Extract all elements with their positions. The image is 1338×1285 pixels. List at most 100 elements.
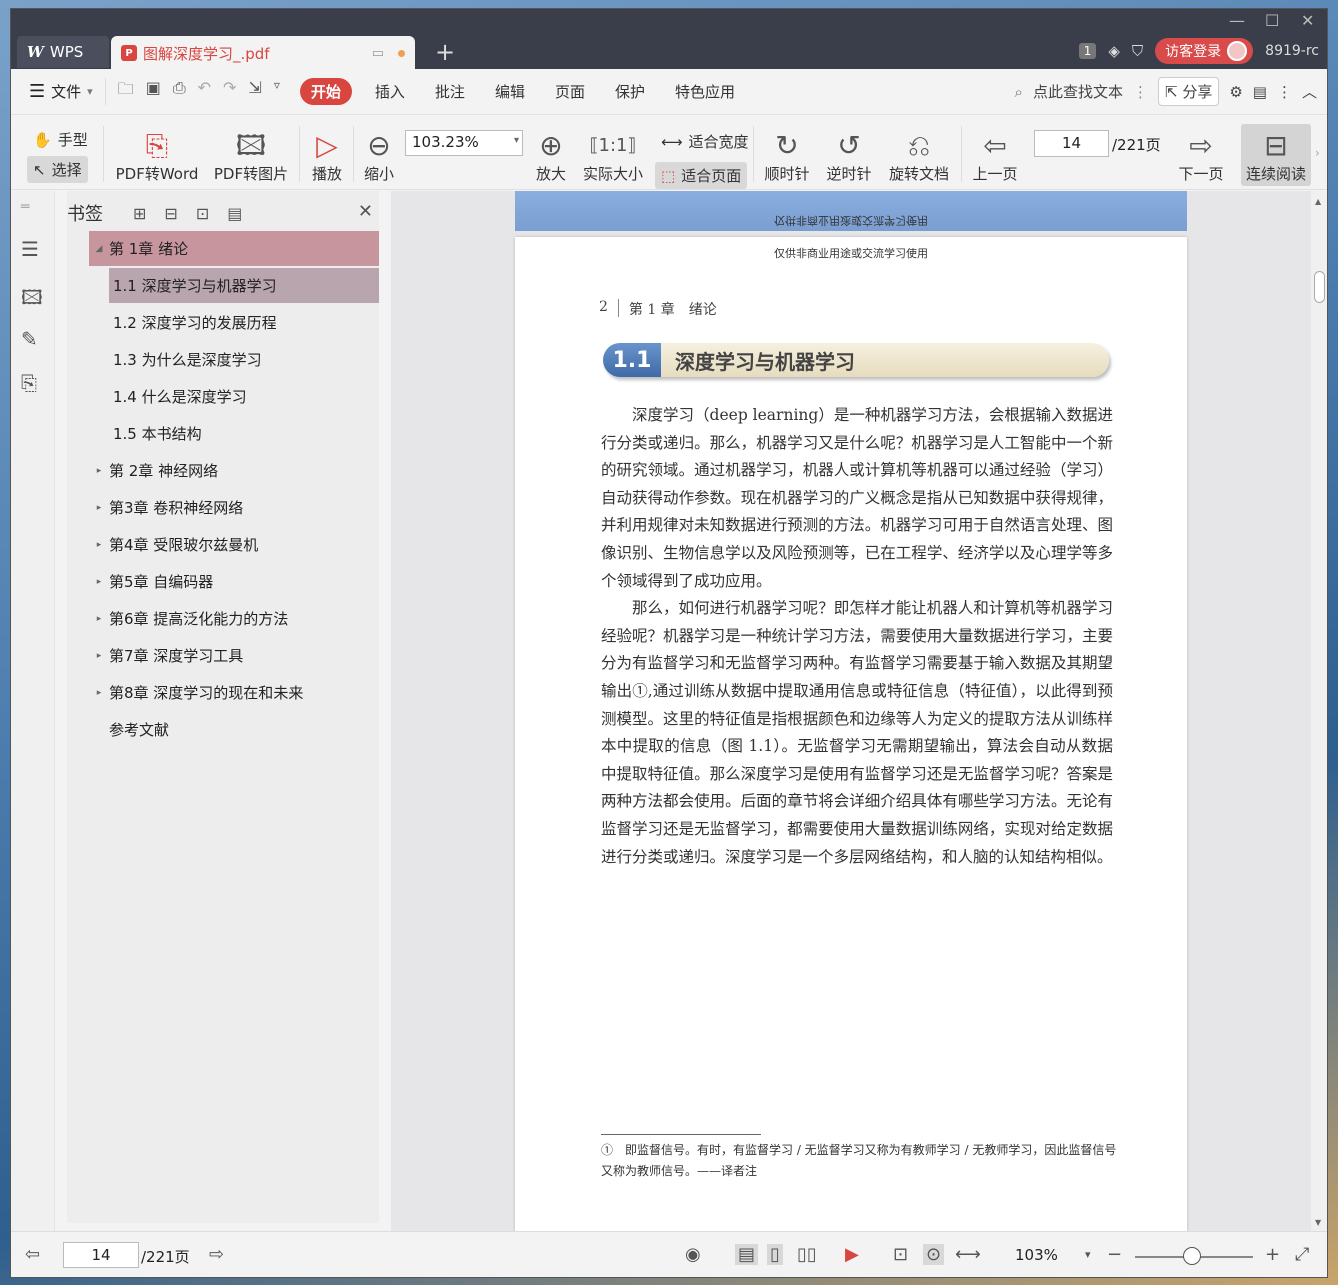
signature-icon[interactable]: ⎘: [21, 371, 37, 395]
hand-tool-button[interactable]: ✋ 手型: [27, 126, 94, 153]
zoom-out-button[interactable]: ⊖ 缩小: [357, 124, 401, 184]
zoom-in-button[interactable]: ⊕ 放大: [529, 124, 573, 184]
monitor-icon[interactable]: ▭: [372, 46, 384, 61]
continuous-view-icon[interactable]: ▤: [735, 1244, 759, 1265]
zoom-level-select[interactable]: 103.23%: [405, 130, 523, 156]
bookmark-item[interactable]: 1.2 深度学习的发展历程: [109, 305, 379, 340]
print-icon[interactable]: ⎙: [173, 78, 186, 105]
previous-page-button[interactable]: ⇦ 上一页: [969, 124, 1021, 184]
menu-insert[interactable]: 插入: [360, 81, 420, 102]
bookmark-item[interactable]: 1.1 深度学习与机器学习: [109, 268, 379, 303]
bookmark-item[interactable]: ▸ 第 2章 神经网络: [89, 453, 379, 488]
bookmark-list-icon[interactable]: ☰: [21, 237, 39, 261]
next-page-button[interactable]: ⇨ 下一页: [1175, 124, 1227, 184]
menu-special[interactable]: 特色应用: [660, 81, 750, 102]
search-icon[interactable]: ⌕: [1015, 83, 1023, 101]
bookmark-item[interactable]: ▸ 第7章 深度学习工具: [89, 638, 379, 673]
bookmark-item[interactable]: 1.5 本书结构: [109, 416, 379, 451]
menu-page[interactable]: 页面: [540, 81, 600, 102]
share-button[interactable]: ⇱ 分享: [1157, 77, 1220, 106]
open-folder-icon[interactable]: 🗀: [118, 78, 134, 105]
status-page-input[interactable]: 14: [63, 1242, 139, 1268]
new-tab-button[interactable]: +: [435, 39, 455, 65]
undo-icon[interactable]: ↶: [198, 78, 211, 105]
toolbar-scroll-right-icon[interactable]: ›: [1315, 146, 1320, 160]
play-slideshow-icon[interactable]: ▶: [845, 1244, 859, 1265]
expanded-triangle-icon[interactable]: ◢: [89, 244, 109, 254]
menu-edit[interactable]: 编辑: [480, 81, 540, 102]
fit-page-status-icon[interactable]: ⊙: [923, 1244, 945, 1265]
thumbnail-icon[interactable]: 🖾: [21, 283, 43, 317]
bookmark-item[interactable]: ◢ 第 1章 绪论: [89, 231, 379, 266]
zoom-dropdown-icon[interactable]: ▾: [1085, 1248, 1091, 1261]
menu-protect[interactable]: 保护: [600, 81, 660, 102]
document-tab[interactable]: P 图解深度学习_.pdf ▭: [111, 36, 415, 70]
fullscreen-icon[interactable]: ⤢: [1295, 1244, 1309, 1265]
actual-size-button[interactable]: ⟦1:1⟧ 实际大小: [579, 124, 647, 184]
expand-all-icon[interactable]: ⊞: [133, 204, 146, 223]
status-zoom-in-icon[interactable]: +: [1265, 1244, 1280, 1265]
vertical-scrollbar[interactable]: ▲ ▼: [1311, 191, 1327, 1231]
continuous-read-button[interactable]: ⊟ 连续阅读: [1241, 124, 1311, 184]
visitor-login-button[interactable]: 访客登录: [1155, 38, 1254, 64]
comment-icon[interactable]: ▤: [1253, 83, 1267, 101]
rotate-counter-button[interactable]: ↺ 逆时针: [821, 124, 877, 184]
annotation-icon[interactable]: ✎: [21, 327, 38, 351]
collapsed-triangle-icon[interactable]: ▸: [89, 466, 109, 476]
status-zoom-out-icon[interactable]: −: [1107, 1244, 1122, 1265]
zoom-slider-knob[interactable]: [1183, 1247, 1201, 1265]
menu-start[interactable]: 开始: [299, 78, 352, 105]
window-count-badge[interactable]: 1: [1078, 43, 1097, 59]
minimize-icon[interactable]: —: [1229, 11, 1245, 30]
rotate-clockwise-button[interactable]: ↻ 顺时针: [759, 124, 815, 184]
skin-icon[interactable]: ⛉: [1132, 42, 1143, 60]
scroll-down-icon[interactable]: ▼: [1315, 1218, 1321, 1227]
status-next-page-icon[interactable]: ⇨: [209, 1244, 224, 1265]
status-zoom-level[interactable]: 103%: [1015, 1246, 1058, 1264]
wps-home-tab[interactable]: W WPS: [17, 36, 109, 68]
settings-gear-icon[interactable]: ⚙: [1229, 83, 1242, 101]
collapsed-triangle-icon[interactable]: ▸: [89, 503, 109, 513]
select-tool-button[interactable]: ↖ 选择: [27, 156, 88, 183]
save-icon[interactable]: ▣: [146, 78, 161, 105]
maximize-icon[interactable]: ☐: [1265, 11, 1279, 30]
collapse-all-icon[interactable]: ⊟: [164, 204, 177, 223]
bookmark-item[interactable]: ▸ 第3章 卷积神经网络: [89, 490, 379, 525]
collapsed-triangle-icon[interactable]: ▸: [89, 651, 109, 661]
bookmark-item[interactable]: ▸ 第8章 深度学习的现在和未来: [89, 675, 379, 710]
pdf-to-word-button[interactable]: ⎘ PDF转Word: [113, 124, 201, 184]
fit-width-status-icon[interactable]: ⟷: [955, 1244, 981, 1265]
fit-width-button[interactable]: ⟷ 适合宽度: [655, 128, 755, 155]
collapsed-triangle-icon[interactable]: ▸: [89, 577, 109, 587]
export-icon[interactable]: ⇲: [248, 78, 261, 105]
two-page-view-icon[interactable]: ▯▯: [797, 1244, 817, 1265]
status-prev-page-icon[interactable]: ⇦: [25, 1244, 40, 1265]
close-panel-icon[interactable]: ✕: [358, 201, 373, 222]
more-quick-icon[interactable]: ▿: [274, 78, 280, 105]
bookmark-settings-icon[interactable]: ▤: [227, 204, 242, 223]
play-button[interactable]: ▷ 播放: [305, 124, 349, 184]
scroll-up-icon[interactable]: ▲: [1315, 197, 1321, 206]
search-text-button[interactable]: 点此查找文本: [1033, 81, 1123, 102]
bookmark-item[interactable]: 参考文献: [89, 712, 379, 747]
scroll-thumb[interactable]: [1314, 271, 1325, 303]
bookmark-item[interactable]: 1.3 为什么是深度学习: [109, 342, 379, 377]
bookmark-item[interactable]: ▸ 第4章 受限玻尔兹曼机: [89, 527, 379, 562]
bookmark-item[interactable]: ▸ 第5章 自编码器: [89, 564, 379, 599]
rotate-document-button[interactable]: ⎌ 旋转文档: [883, 124, 955, 184]
single-page-view-icon[interactable]: ▯: [767, 1244, 783, 1265]
bookmark-item[interactable]: ▸ 第6章 提高泛化能力的方法: [89, 601, 379, 636]
collapse-ribbon-icon[interactable]: ︿: [1302, 81, 1317, 102]
redo-icon[interactable]: ↷: [223, 78, 236, 105]
collapsed-triangle-icon[interactable]: ▸: [89, 614, 109, 624]
more-menu-icon[interactable]: ⋮: [1277, 83, 1292, 101]
menu-annotate[interactable]: 批注: [420, 81, 480, 102]
collapsed-triangle-icon[interactable]: ▸: [89, 540, 109, 550]
actual-size-status-icon[interactable]: ⊡: [893, 1244, 908, 1265]
close-window-icon[interactable]: ✕: [1301, 11, 1314, 30]
fit-page-button[interactable]: ⬚ 适合页面: [655, 162, 748, 189]
file-menu[interactable]: ☰ 文件 ▾: [29, 81, 101, 102]
cloud-icon[interactable]: ◈: [1108, 42, 1120, 60]
collapsed-triangle-icon[interactable]: ▸: [89, 688, 109, 698]
page-number-input[interactable]: 14: [1034, 130, 1109, 157]
